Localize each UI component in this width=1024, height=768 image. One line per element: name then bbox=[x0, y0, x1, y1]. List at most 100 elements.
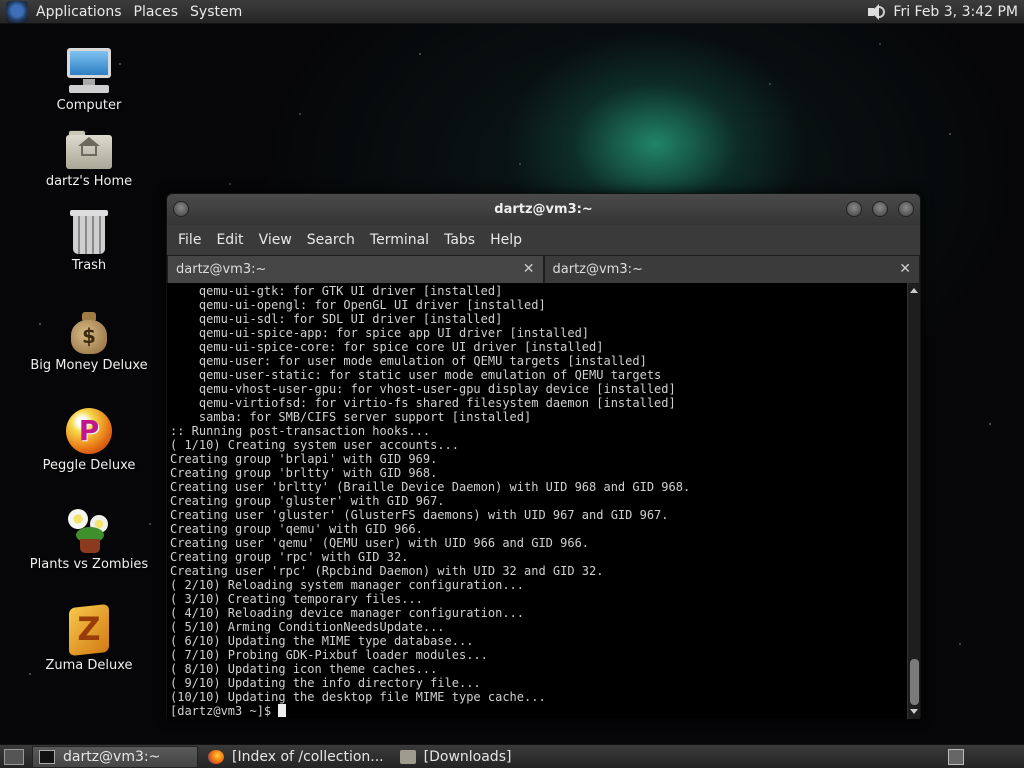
terminal-line: qemu-ui-spice-core: for spice core UI dr… bbox=[170, 340, 604, 354]
zuma-icon: Z bbox=[69, 603, 109, 657]
show-desktop-icon[interactable] bbox=[4, 748, 24, 765]
desktop-icon-plants-vs-zombies[interactable]: Plants vs Zombies bbox=[19, 505, 159, 572]
taskbar-item-downloads[interactable]: [Downloads] bbox=[394, 746, 518, 768]
money-bag-icon: $ bbox=[69, 310, 109, 354]
terminal-line: samba: for SMB/CIFS server support [inst… bbox=[170, 410, 532, 424]
menu-help[interactable]: Help bbox=[483, 232, 530, 248]
terminal-line: Creating group 'gluster' with GID 967. bbox=[170, 494, 445, 508]
terminal-line: qemu-user-static: for static user mode e… bbox=[170, 368, 662, 382]
taskbar-item-terminal[interactable]: dartz@vm3:~ bbox=[32, 745, 198, 768]
plants-icon bbox=[66, 505, 112, 553]
terminal-menubar: File Edit View Search Terminal Tabs Help bbox=[167, 225, 920, 255]
desktop-icon-home[interactable]: dartz's Home bbox=[19, 130, 159, 189]
peggle-icon: P bbox=[66, 408, 112, 454]
desktop-icon-label: Computer bbox=[56, 98, 122, 113]
terminal-line: ( 4/10) Reloading device manager configu… bbox=[170, 606, 525, 620]
menu-terminal[interactable]: Terminal bbox=[363, 232, 437, 248]
taskbar-item-label: [Downloads] bbox=[423, 748, 512, 765]
text-cursor bbox=[278, 704, 287, 717]
terminal-icon bbox=[39, 749, 55, 764]
terminal-output: qemu-ui-gtk: for GTK UI driver [installe… bbox=[170, 284, 908, 718]
trash-icon bbox=[70, 210, 108, 254]
menu-file[interactable]: File bbox=[171, 232, 209, 248]
menu-search[interactable]: Search bbox=[300, 232, 363, 248]
panel-menus: Applications Places System bbox=[0, 0, 250, 23]
system-menu[interactable]: System bbox=[186, 4, 250, 20]
close-icon[interactable] bbox=[898, 201, 914, 217]
terminal-line: ( 1/10) Creating system user accounts... bbox=[170, 438, 459, 452]
window-titlebar[interactable]: dartz@vm3:~ bbox=[167, 194, 920, 225]
terminal-line: ( 9/10) Updating the info directory file… bbox=[170, 676, 481, 690]
terminal-line: Creating group 'rpc' with GID 32. bbox=[170, 550, 409, 564]
tab-1[interactable]: dartz@vm3:~ ✕ bbox=[167, 255, 544, 283]
folder-icon bbox=[399, 749, 416, 764]
maximize-icon[interactable] bbox=[872, 201, 888, 217]
terminal-scrollbar[interactable] bbox=[907, 283, 920, 719]
terminal-line: Creating group 'brlapi' with GID 969. bbox=[170, 452, 438, 466]
taskbar-item-label: dartz@vm3:~ bbox=[63, 748, 161, 765]
terminal-line: Creating user 'rpc' (Rpcbind Daemon) wit… bbox=[170, 564, 604, 578]
desktop-icon-zuma[interactable]: Z Zuma Deluxe bbox=[19, 603, 159, 673]
tab-close-icon[interactable]: ✕ bbox=[523, 261, 535, 277]
home-folder-icon bbox=[66, 130, 112, 170]
desktop-icon-big-money[interactable]: $ Big Money Deluxe bbox=[19, 310, 159, 373]
menu-view[interactable]: View bbox=[252, 232, 300, 248]
terminal-line: qemu-ui-spice-app: for spice app UI driv… bbox=[170, 326, 590, 340]
terminal-line: Creating user 'gluster' (GlusterFS daemo… bbox=[170, 508, 669, 522]
desktop-icon-label: dartz's Home bbox=[45, 174, 133, 189]
terminal-line: ( 6/10) Updating the MIME type database.… bbox=[170, 634, 474, 648]
distro-logo-icon[interactable] bbox=[6, 0, 28, 23]
terminal-line: qemu-user: for user mode emulation of QE… bbox=[170, 354, 647, 368]
terminal-line: ( 2/10) Reloading system manager configu… bbox=[170, 578, 525, 592]
desktop-icon-label: Peggle Deluxe bbox=[42, 458, 136, 473]
tab-label: dartz@vm3:~ bbox=[176, 262, 267, 277]
places-menu[interactable]: Places bbox=[130, 4, 187, 20]
window-menu-icon[interactable] bbox=[173, 201, 189, 217]
terminal-line: Creating group 'brltty' with GID 968. bbox=[170, 466, 438, 480]
desktop-icon-label: Big Money Deluxe bbox=[30, 358, 148, 373]
desktop-icon-label: Trash bbox=[71, 258, 107, 273]
tab-label: dartz@vm3:~ bbox=[552, 262, 643, 277]
desktop-icon-computer[interactable]: Computer bbox=[19, 46, 159, 113]
bottom-panel: dartz@vm3:~ [Index of /collection... [Do… bbox=[0, 744, 1024, 768]
terminal-line: (10/10) Updating the desktop file MIME t… bbox=[170, 690, 546, 704]
terminal-line: Creating user 'brltty' (Braille Device D… bbox=[170, 480, 691, 494]
terminal-output-area[interactable]: qemu-ui-gtk: for GTK UI driver [installe… bbox=[167, 283, 920, 719]
terminal-window[interactable]: dartz@vm3:~ File Edit View Search Termin… bbox=[166, 193, 921, 719]
firefox-icon bbox=[208, 749, 224, 764]
terminal-line: qemu-ui-sdl: for SDL UI driver [installe… bbox=[170, 312, 503, 326]
computer-icon bbox=[65, 46, 113, 94]
top-panel: Applications Places System Fri Feb 3, 3:… bbox=[0, 0, 1024, 24]
terminal-line: ( 5/10) Arming ConditionNeedsUpdate... bbox=[170, 620, 445, 634]
terminal-line: ( 7/10) Probing GDK-Pixbuf loader module… bbox=[170, 648, 488, 662]
minimize-icon[interactable] bbox=[846, 201, 862, 217]
scrollbar-thumb[interactable] bbox=[910, 659, 919, 705]
applications-menu[interactable]: Applications bbox=[32, 4, 130, 20]
menu-tabs[interactable]: Tabs bbox=[437, 232, 483, 248]
scroll-up-icon[interactable] bbox=[910, 288, 918, 293]
volume-icon[interactable] bbox=[867, 3, 886, 20]
terminal-line: Creating user 'qemu' (QEMU user) with UI… bbox=[170, 536, 590, 550]
terminal-line: qemu-ui-gtk: for GTK UI driver [installe… bbox=[170, 284, 503, 298]
desktop-icon-label: Plants vs Zombies bbox=[29, 557, 149, 572]
tab-2[interactable]: dartz@vm3:~ ✕ bbox=[543, 255, 920, 283]
terminal-line: qemu-ui-opengl: for OpenGL UI driver [in… bbox=[170, 298, 546, 312]
scroll-down-icon[interactable] bbox=[910, 709, 918, 714]
window-title: dartz@vm3:~ bbox=[494, 202, 593, 217]
taskbar-item-firefox[interactable]: [Index of /collection... bbox=[202, 746, 390, 768]
workspace-switcher[interactable] bbox=[948, 748, 964, 765]
tab-close-icon[interactable]: ✕ bbox=[899, 261, 911, 277]
terminal-line: :: Running post-transaction hooks... bbox=[170, 424, 431, 438]
shell-prompt: [dartz@vm3 ~]$ bbox=[170, 704, 279, 718]
terminal-tabs: dartz@vm3:~ ✕ dartz@vm3:~ ✕ bbox=[167, 255, 920, 283]
clock[interactable]: Fri Feb 3, 3:42 PM bbox=[893, 4, 1018, 20]
menu-edit[interactable]: Edit bbox=[209, 232, 251, 248]
desktop-icon-label: Zuma Deluxe bbox=[45, 658, 133, 673]
terminal-prompt-line[interactable]: [dartz@vm3 ~]$ bbox=[170, 704, 908, 718]
desktop-icon-peggle[interactable]: P Peggle Deluxe bbox=[19, 408, 159, 473]
terminal-line: qemu-virtiofsd: for virtio-fs shared fil… bbox=[170, 396, 676, 410]
terminal-line: ( 3/10) Creating temporary files... bbox=[170, 592, 423, 606]
desktop-icon-trash[interactable]: Trash bbox=[19, 210, 159, 273]
terminal-line: ( 8/10) Updating icon theme caches... bbox=[170, 662, 438, 676]
panel-tray: Fri Feb 3, 3:42 PM bbox=[867, 3, 1024, 20]
